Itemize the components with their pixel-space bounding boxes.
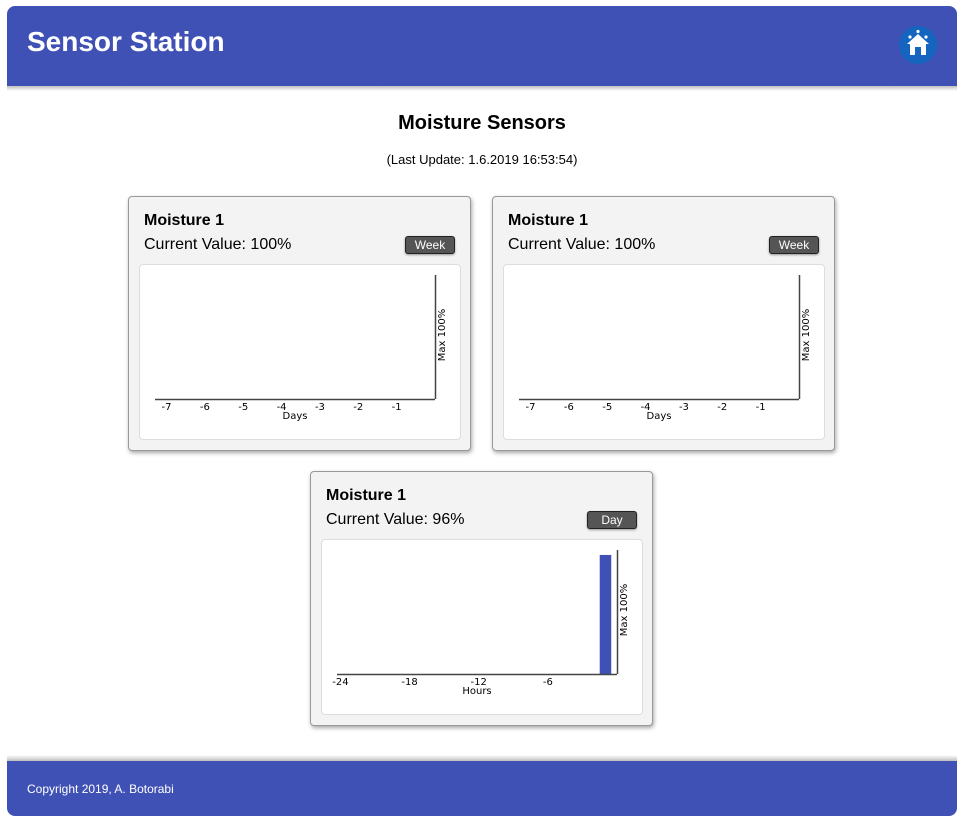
moisture-chart-svg: -24 -18 -12 -6HoursMax 100% [332, 550, 630, 697]
x-tick-label: -7 [162, 402, 172, 413]
current-value: Current Value: 100% [144, 236, 292, 253]
x-axis-label: Days [283, 411, 308, 422]
x-tick-label: -6 [200, 402, 210, 413]
moisture-chart: -7 -6 -5 -4 -3 -2 -1 Days Max 100% [139, 264, 461, 440]
moisture-chart: -7 -6 -5 -4 -3 -2 -1 Days Max 100% [503, 264, 825, 440]
x-tick-label: -7 [526, 402, 536, 413]
x-tick-label: -1 [756, 402, 766, 413]
x-tick-label: -2 [717, 402, 727, 413]
x-axis-label: Hours [462, 686, 491, 697]
day-button[interactable]: Day [587, 511, 637, 529]
moisture-chart-svg: -7 -6 -5 -4 -3 -2 -1DaysMax 100% [155, 275, 448, 422]
sensor-card: Moisture 1 Current Value: 96% Day -24 -18… [310, 471, 653, 726]
page-title: Moisture Sensors [398, 112, 566, 134]
footer-bar: Copyright 2019, A. Botorabi [7, 761, 957, 816]
sensor-title: Moisture 1 [144, 212, 225, 229]
x-tick-label: -6 [564, 402, 574, 413]
current-value: Current Value: 100% [508, 236, 656, 253]
sensor-card: Moisture 1 Current Value: 100% Week -7 -6… [128, 196, 471, 451]
home-icon[interactable] [899, 26, 937, 64]
x-tick-label: -24 [332, 677, 348, 688]
current-value: Current Value: 96% [326, 511, 465, 528]
copyright-text: Copyright 2019, A. Botorabi [27, 782, 174, 796]
last-update-text: (Last Update: 1.6.2019 16:53:54) [386, 152, 578, 167]
x-tick-label: -18 [401, 677, 417, 688]
main-content: Moisture Sensors (Last Update: 1.6.2019 … [7, 91, 957, 755]
x-tick-label: -5 [238, 402, 248, 413]
moisture-chart: -24 -18 -12 -6 Hours Max 100% [321, 539, 643, 715]
y-axis-label: Max 100% [801, 309, 812, 361]
x-tick-label: -5 [602, 402, 612, 413]
header-bar: Sensor Station [7, 6, 957, 86]
chart-bar [599, 554, 612, 674]
x-tick-label: -2 [353, 402, 363, 413]
y-axis-label: Max 100% [437, 309, 448, 361]
sensor-title: Moisture 1 [326, 487, 407, 504]
x-tick-label: -3 [315, 402, 325, 413]
app-title: Sensor Station [27, 26, 225, 57]
y-axis-label: Max 100% [619, 584, 630, 636]
sensor-card: Moisture 1 Current Value: 100% Week -7 -6… [492, 196, 835, 451]
x-tick-label: -3 [679, 402, 689, 413]
week-button[interactable]: Week [405, 236, 455, 254]
moisture-chart-svg: -7 -6 -5 -4 -3 -2 -1DaysMax 100% [519, 275, 812, 422]
x-tick-label: -1 [392, 402, 402, 413]
x-tick-label: -6 [543, 677, 553, 688]
week-button[interactable]: Week [769, 236, 819, 254]
sensor-title: Moisture 1 [508, 212, 589, 229]
x-axis-label: Days [647, 411, 672, 422]
